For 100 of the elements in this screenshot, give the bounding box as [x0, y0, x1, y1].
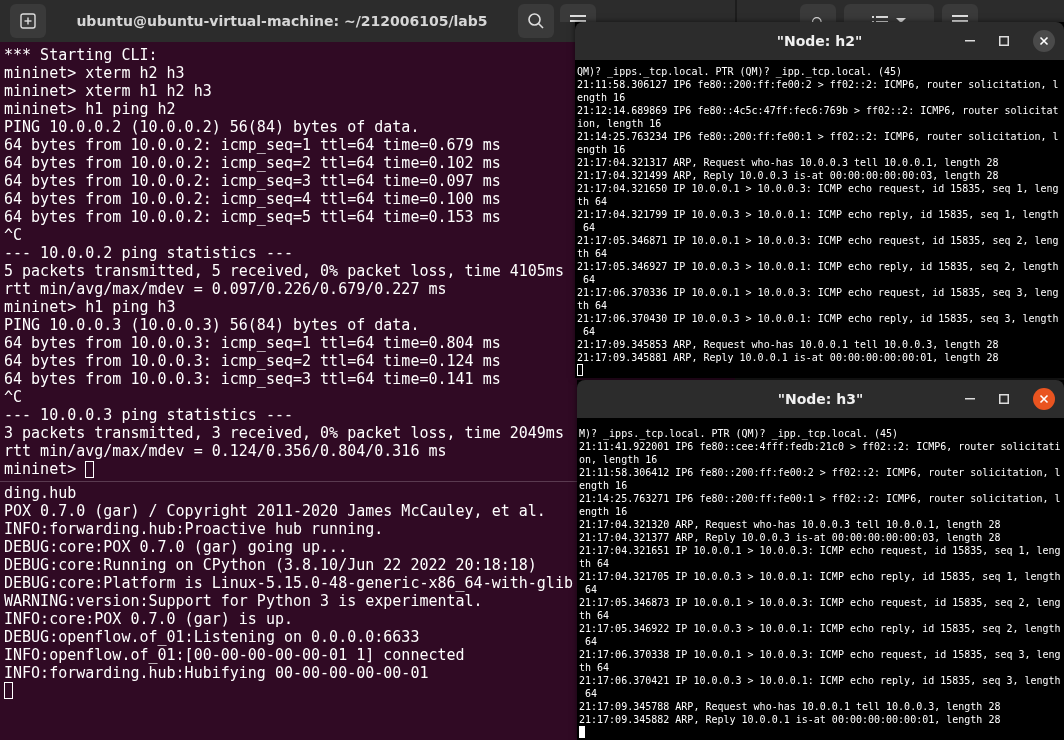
terminal-line: 21:17:06.370336 IP 10.0.0.1 > 10.0.0.3: ICMP echo request, id 15835, seq 3, leng — [577, 286, 1059, 299]
terminal-line: th 64 — [577, 247, 608, 260]
terminal-line: 21:17:09.345882 ARP, Reply 10.0.0.1 is-at 00:00:00:00:00:01, length 28 — [579, 713, 1001, 726]
terminal-line: M)? _ipps._tcp.local. PTR (QM)? _ipp._tcp.local. (45) — [579, 427, 899, 440]
terminal-line: 64 bytes from 10.0.0.2: icmp_seq=1 ttl=64 time=0.679 ms — [4, 136, 501, 154]
terminal-line: 21:11:58.306412 IP6 fe80::200:ff:fe00:2 > ff02::2: ICMP6, router solicitation, l — [579, 466, 1061, 479]
terminal-line: th 64 — [577, 299, 608, 312]
close-icon[interactable] — [1033, 30, 1055, 52]
terminal-line: INFO:forwarding.hub:Hubifying 00-00-00-00-00-01 — [4, 664, 429, 682]
terminal-line: mininet> xterm h2 h3 — [4, 64, 185, 82]
menu-button[interactable] — [560, 4, 596, 22]
search-button[interactable] — [800, 4, 836, 22]
terminal-line: ion, length 16 — [577, 117, 662, 130]
terminal-line: 21:12:14.689869 IP6 fe80::4c5c:47ff:fec6:769b > ff02::2: ICMP6, router solicitat — [577, 104, 1059, 117]
terminal-line: WARNING:version:Support for Python 3 is experimental. — [4, 592, 483, 610]
terminal-line: 64 bytes from 10.0.0.3: icmp_seq=2 ttl=64 time=0.124 ms — [4, 352, 501, 370]
terminal-line: DEBUG:core:Running on CPython (3.8.10/Jun 22 2022 20:18:18) — [4, 556, 537, 574]
terminal-line: 64 bytes from 10.0.0.2: icmp_seq=3 ttl=64 time=0.097 ms — [4, 172, 501, 190]
terminal-line: 21:17:04.321651 IP 10.0.0.1 > 10.0.0.3: ICMP echo request, id 15835, seq 1, leng — [579, 544, 1061, 557]
terminal-line: 64 bytes from 10.0.0.3: icmp_seq=3 ttl=64 time=0.141 ms — [4, 370, 501, 388]
terminal-line: *** Starting CLI: — [4, 46, 158, 64]
terminal-line: 21:17:05.346922 IP 10.0.0.3 > 10.0.0.1: ICMP echo reply, id 15835, seq 2, length — [579, 622, 1061, 635]
terminal-line: INFO:openflow.of_01:[00-00-00-00-00-01 1] connected — [4, 646, 465, 664]
terminal-line: rtt min/avg/max/mdev = 0.124/0.356/0.804/0.316 ms — [4, 442, 447, 460]
terminal-line: mininet> h1 ping h3 — [4, 298, 176, 316]
window-title: "Node: h2" — [776, 33, 863, 49]
terminal-line: DEBUG:core:Platform is Linux-5.15.0-48-generic-x86_64-with-glib — [4, 574, 573, 592]
new-tab-button[interactable] — [10, 4, 46, 38]
terminal-line: 3 packets transmitted, 3 received, 0% packet loss, time 2049ms — [4, 424, 564, 442]
list-icon — [872, 15, 888, 22]
terminal-line: 21:11:41.922001 IP6 fe80::cee:4fff:fedb:21c0 > ff02::2: ICMP6, router solicitati — [579, 440, 1061, 453]
terminal-line: 64 bytes from 10.0.0.2: icmp_seq=4 ttl=64 time=0.100 ms — [4, 190, 501, 208]
terminal-line: ^C — [4, 388, 23, 406]
terminal-line: mininet> xterm h1 h2 h3 — [4, 82, 212, 100]
terminal-line: 64 bytes from 10.0.0.2: icmp_seq=5 ttl=64 time=0.153 ms — [4, 208, 501, 226]
terminal-line: PING 10.0.0.3 (10.0.0.3) 56(84) bytes of data. — [4, 316, 420, 334]
terminal-prompt: mininet> — [4, 460, 77, 478]
minimize-icon[interactable] — [965, 40, 975, 42]
terminal-line: 21:17:04.321650 IP 10.0.0.1 > 10.0.0.3: ICMP echo request, id 15835, seq 1, leng — [577, 182, 1059, 195]
terminal-line: th 64 — [579, 557, 610, 570]
search-button[interactable] — [518, 4, 554, 38]
terminal-line: 21:17:04.321705 IP 10.0.0.3 > 10.0.0.1: ICMP echo reply, id 15835, seq 1, length — [579, 570, 1061, 583]
terminal-line: 21:17:04.321377 ARP, Reply 10.0.0.3 is-at 00:00:00:00:00:03, length 28 — [579, 531, 1001, 544]
menu-icon — [952, 15, 968, 22]
minimize-icon[interactable] — [965, 398, 975, 400]
terminal-line: 21:17:09.345788 ARP, Request who-has 10.0.0.1 tell 10.0.0.3, length 28 — [579, 700, 1001, 713]
terminal-line: PING 10.0.0.2 (10.0.0.2) 56(84) bytes of data. — [4, 118, 420, 136]
terminal-line: 21:17:05.346873 IP 10.0.0.1 > 10.0.0.3: ICMP echo request, id 15835, seq 2, leng — [579, 596, 1061, 609]
terminal-line: QM)? _ipps._tcp.local. PTR (QM)? _ipp._tcp.local. (45) — [577, 65, 903, 78]
terminal-line: --- 10.0.0.3 ping statistics --- — [4, 406, 293, 424]
terminal-line: INFO:forwarding.hub:Proactive hub running. — [4, 520, 384, 538]
terminal-line: 64 — [584, 583, 598, 596]
terminal-line: ^C — [4, 226, 23, 244]
terminal-line: 64 — [584, 635, 598, 648]
terminal-line: th 64 — [579, 609, 610, 622]
maximize-icon[interactable] — [999, 394, 1009, 404]
terminal-line: 21:17:04.321320 ARP, Request who-has 10.0.0.3 tell 10.0.0.1, length 28 — [579, 518, 1001, 531]
terminal-line: 21:17:04.321799 IP 10.0.0.3 > 10.0.0.1: ICMP echo reply, id 15835, seq 1, length — [577, 208, 1059, 221]
terminal-line: 21:14:25.763234 IP6 fe80::200:ff:fe00:1 > ff02::2: ICMP6, router solicitation, l — [577, 130, 1059, 143]
terminal-line: ength 16 — [579, 505, 628, 518]
terminal-line: ength 16 — [577, 143, 626, 156]
terminal-line: 64 bytes from 10.0.0.2: icmp_seq=2 ttl=64 time=0.102 ms — [4, 154, 501, 172]
terminal-line: INFO:core:POX 0.7.0 (gar) is up. — [4, 610, 293, 628]
terminal-line: 64 — [582, 273, 596, 286]
view-options-button[interactable] — [844, 4, 934, 22]
terminal-line: 21:17:04.321499 ARP, Reply 10.0.0.3 is-at 00:00:00:00:00:03, length 28 — [577, 169, 999, 182]
terminal-line: --- 10.0.0.2 ping statistics --- — [4, 244, 293, 262]
terminal-line: 21:17:06.370338 IP 10.0.0.1 > 10.0.0.3: ICMP echo request, id 15835, seq 3, leng — [579, 648, 1061, 661]
terminal-line: POX 0.7.0 (gar) / Copyright 2011-2020 James McCauley, et al. — [4, 502, 546, 520]
maximize-icon[interactable] — [999, 36, 1009, 46]
terminal-line: 21:17:09.345853 ARP, Request who-has 10.0.0.1 tell 10.0.0.3, length 28 — [577, 338, 999, 351]
terminal-line: ength 16 — [577, 91, 626, 104]
close-icon[interactable] — [1033, 388, 1055, 410]
terminal-line: 21:17:06.370421 IP 10.0.0.3 > 10.0.0.1: ICMP echo reply, id 15835, seq 3, length — [579, 674, 1061, 687]
terminal-line: 64 — [582, 325, 596, 338]
terminal-line: 21:17:05.346871 IP 10.0.0.1 > 10.0.0.3: ICMP echo request, id 15835, seq 2, leng — [577, 234, 1059, 247]
terminal-line: 21:17:09.345881 ARP, Reply 10.0.0.1 is-at 00:00:00:00:00:01, length 28 — [577, 351, 999, 364]
terminal-line: ength 16 — [579, 479, 628, 492]
terminal-line: 21:14:25.763271 IP6 fe80::200:ff:fe00:1 > ff02::2: ICMP6, router solicitation, l — [579, 492, 1061, 505]
menu-button[interactable] — [942, 4, 978, 22]
terminal-line: 5 packets transmitted, 5 received, 0% packet loss, time 4105ms — [4, 262, 564, 280]
menu-icon — [570, 15, 586, 22]
window-title: ubuntu@ubuntu-virtual-machine: ~/212006105/lab5 — [75, 13, 489, 29]
terminal-line: 64 bytes from 10.0.0.3: icmp_seq=1 ttl=64 time=0.804 ms — [4, 334, 501, 352]
terminal-line: rtt min/avg/max/mdev = 0.097/0.226/0.679/0.227 ms — [4, 280, 447, 298]
terminal-line: 21:17:06.370430 IP 10.0.0.3 > 10.0.0.1: ICMP echo reply, id 15835, seq 3, length — [577, 312, 1059, 325]
terminal-line: 64 — [584, 687, 598, 700]
terminal-line: 21:11:58.306127 IP6 fe80::200:ff:fe00:2 > ff02::2: ICMP6, router solicitation, l — [577, 78, 1059, 91]
terminal-line: th 64 — [577, 195, 608, 208]
terminal-line: DEBUG:openflow.of_01:Listening on 0.0.0.0:6633 — [4, 628, 420, 646]
terminal-line: 64 — [582, 221, 596, 234]
terminal-line: mininet> h1 ping h2 — [4, 100, 176, 118]
new-tab-icon — [20, 13, 36, 29]
terminal-line: ding.hub — [4, 484, 77, 502]
window-title: "Node: h3" — [777, 391, 864, 407]
terminal-line: 21:17:05.346927 IP 10.0.0.3 > 10.0.0.1: ICMP echo reply, id 15835, seq 2, length — [577, 260, 1059, 273]
terminal-line: 21:17:04.321317 ARP, Request who-has 10.0.0.3 tell 10.0.0.1, length 28 — [577, 156, 999, 169]
terminal-line: on, length 16 — [579, 453, 658, 466]
terminal-line: th 64 — [579, 661, 610, 674]
terminal-line: DEBUG:core:POX 0.7.0 (gar) going up... — [4, 538, 348, 556]
